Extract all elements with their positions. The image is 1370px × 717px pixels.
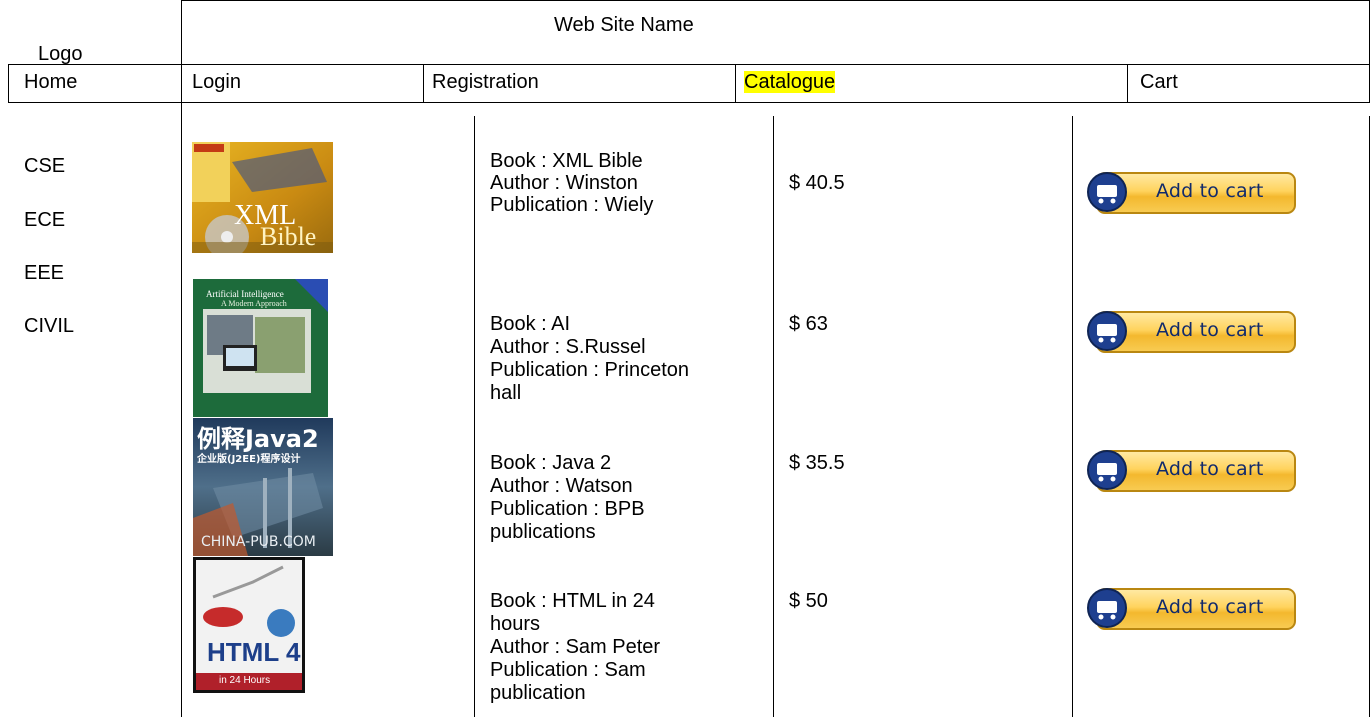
cover-title-ai: Artificial Intelligence [206,289,284,299]
book-2-publication: Publication : Princeton [490,359,690,381]
book-1-author: Author : Winston [490,172,638,194]
book-cover-java2[interactable]: 例释Java2 企业版(J2EE)程序设计 CHINA-PUB.COM [193,418,333,556]
book-cover-xml-bible[interactable]: XML Bible [192,142,333,253]
nav-login[interactable]: Login [192,71,241,93]
book-3-publication: Publication : BPB [490,498,645,520]
book-4-title-cont: hours [490,613,541,635]
category-eee[interactable]: EEE [24,262,64,284]
book-2-price: $ 63 [789,313,828,335]
add-to-cart-label: Add to cart [1156,458,1264,480]
book-4-title: Book : HTML in 24 [490,590,655,612]
top-border [181,0,1370,1]
nav-divider-3 [1127,64,1128,103]
content-divider-1 [474,116,475,717]
logo: Logo [38,43,83,65]
book-3-publication-cont: publications [490,521,596,543]
cover-title-java2: 例释Java2 [197,425,319,453]
add-to-cart-label: Add to cart [1156,180,1264,202]
book-1-price: $ 40.5 [789,172,845,194]
logo-divider [181,0,182,717]
cover-title-html4: HTML 4 [207,637,301,667]
book-3-title: Book : Java 2 [490,452,612,474]
book-4-publication-cont: publication [490,682,586,704]
nav-catalogue[interactable]: Catalogue [744,71,836,93]
add-to-cart-label: Add to cart [1156,319,1264,341]
cover-subtitle-ai: A Modern Approach [221,299,287,308]
book-1-title: Book : XML Bible [490,150,643,172]
cover-footer-java2: CHINA-PUB.COM [201,534,316,550]
add-to-cart-button[interactable]: Add to cart [1086,309,1296,353]
cover-subtitle-html4: in 24 Hours [219,675,271,686]
site-name: Web Site Name [554,14,694,36]
content-divider-3 [1072,116,1073,717]
add-to-cart-button[interactable]: Add to cart [1086,170,1296,214]
add-to-cart-button[interactable]: Add to cart [1086,448,1296,492]
add-to-cart-button[interactable]: Add to cart [1086,586,1296,630]
add-to-cart-label: Add to cart [1156,596,1264,618]
header-divider [8,64,1370,65]
category-ece[interactable]: ECE [24,209,65,231]
nav-cart[interactable]: Cart [1140,71,1178,93]
book-3-price: $ 35.5 [789,452,845,474]
nav-registration[interactable]: Registration [432,71,539,93]
cart-icon [1087,172,1127,212]
book-4-author: Author : Sam Peter [490,636,661,658]
content-divider-2 [773,116,774,717]
book-2-title: Book : AI [490,313,571,335]
book-3-author: Author : Watson [490,475,633,497]
cart-icon [1087,588,1127,628]
nav-divider-2 [735,64,736,103]
left-border [8,64,9,103]
cart-icon [1087,311,1127,351]
book-4-price: $ 50 [789,590,828,612]
cover-title-bible: Bible [260,222,317,251]
cover-subtitle-java2: 企业版(J2EE)程序设计 [197,454,301,465]
book-1-publication: Publication : Wiely [490,194,654,216]
nav-divider-1 [423,64,424,103]
category-civil[interactable]: CIVIL [24,315,74,337]
book-cover-ai[interactable]: Artificial Intelligence A Modern Approac… [193,279,328,417]
book-2-publication-cont: hall [490,382,522,404]
book-2-author: Author : S.Russel [490,336,646,358]
book-4-publication: Publication : Sam [490,659,646,681]
nav-home[interactable]: Home [24,71,77,93]
cart-icon [1087,450,1127,490]
book-cover-html4[interactable]: HTML 4 in 24 Hours [193,557,305,693]
category-cse[interactable]: CSE [24,155,65,177]
nav-bottom-border [8,102,1370,103]
